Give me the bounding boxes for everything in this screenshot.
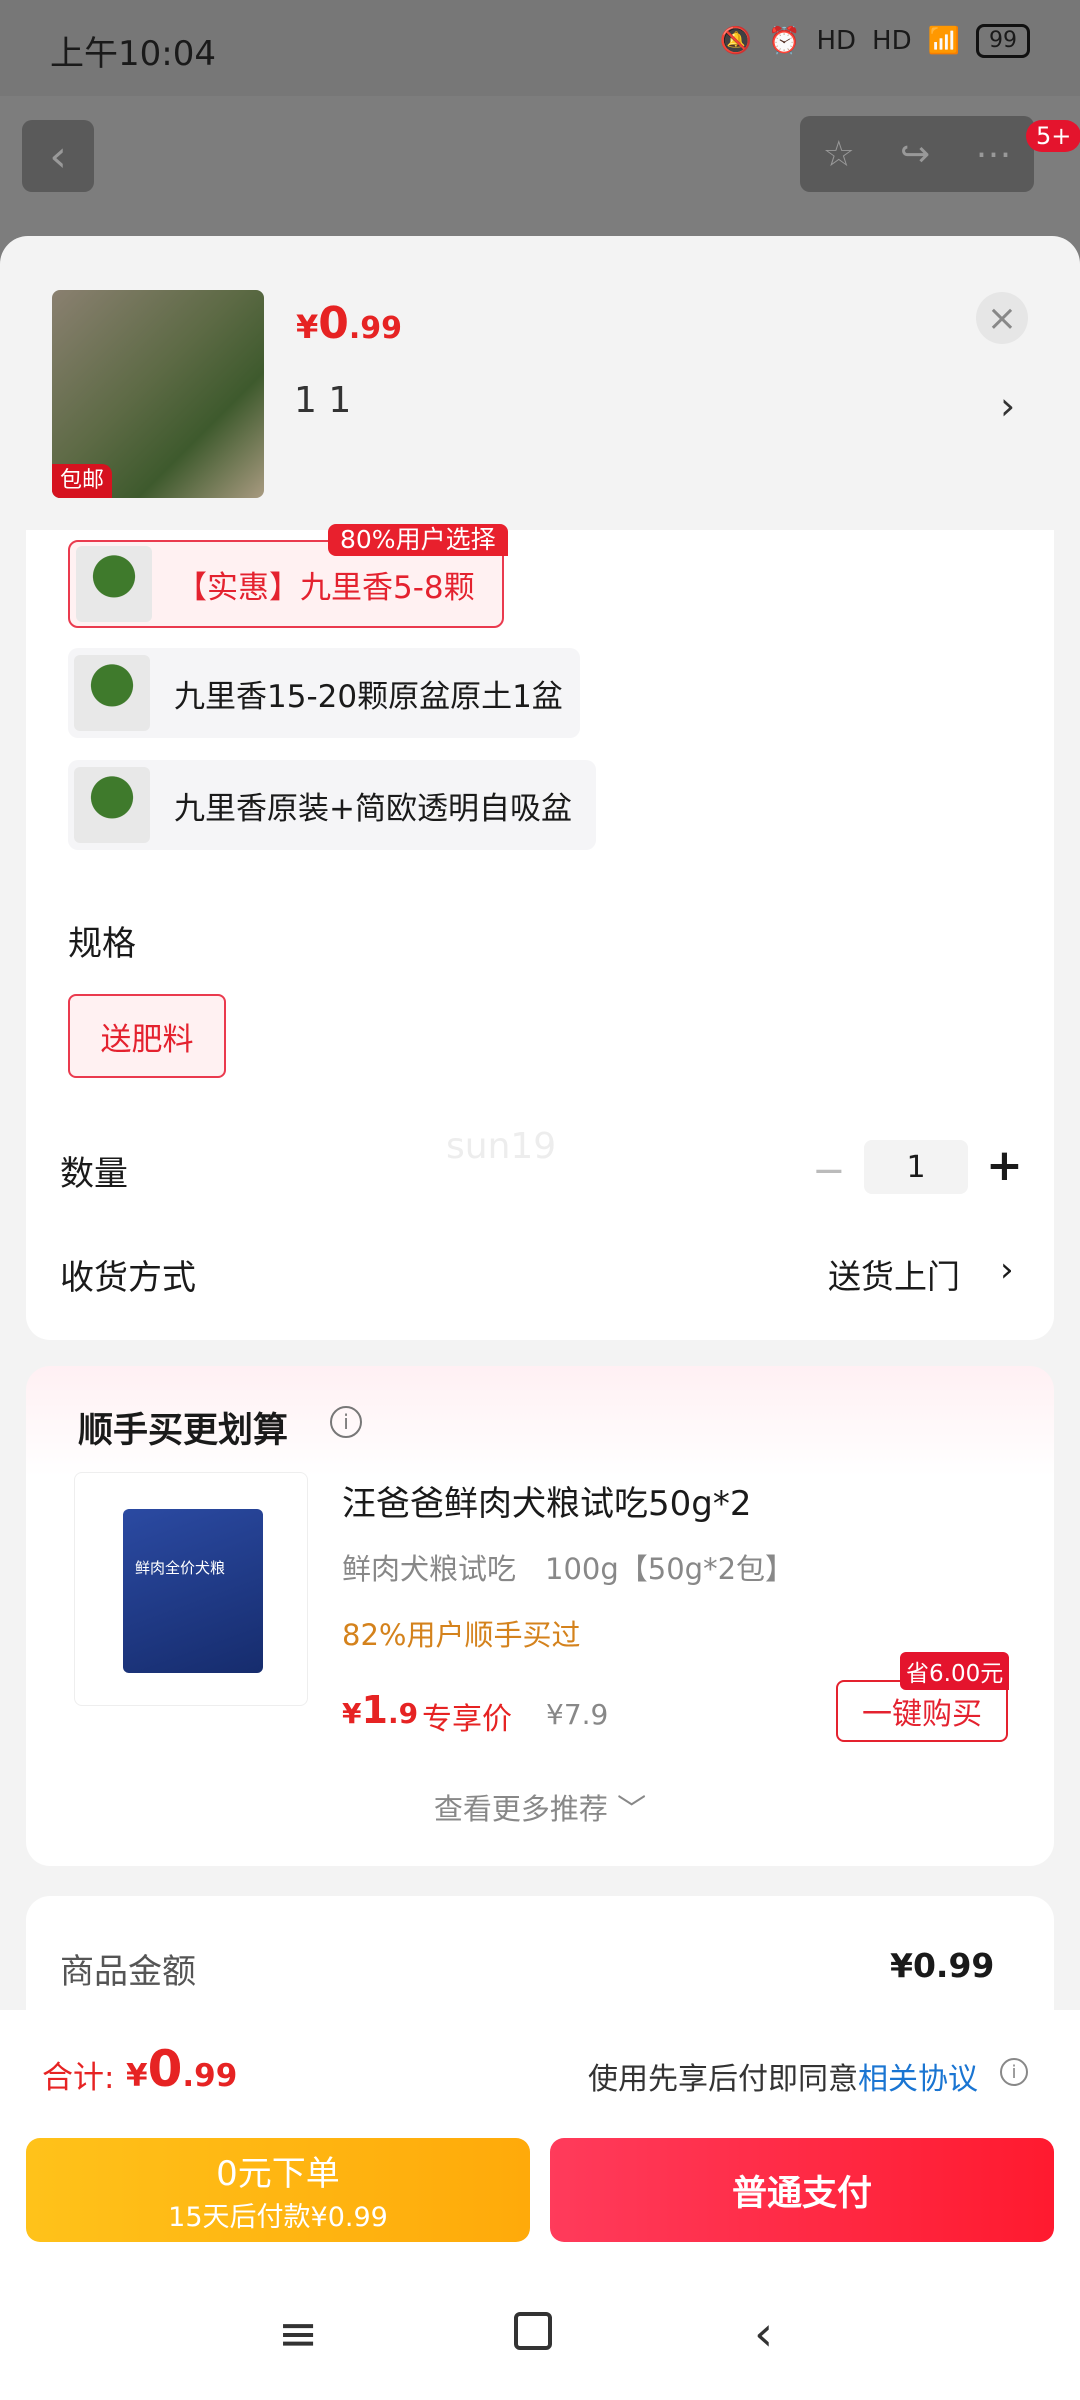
info-icon[interactable]: i [330,1406,362,1438]
option-item[interactable]: 九里香原装+简欧透明自吸盆 [68,760,596,850]
quantity-decrease-button[interactable]: − [812,1148,846,1194]
status-icons: 🔕 ⏰ HD HD 📶 99 [720,24,1030,58]
free-shipping-tag: 包邮 [52,464,113,498]
bnpl-title: 0元下单 [216,2154,340,2194]
chevron-right-icon[interactable]: › [1000,1250,1014,1290]
mute-icon: 🔕 [719,26,753,56]
more-recommendations-link[interactable]: 查看更多推荐 ﹀ [0,1786,1080,1828]
back-button[interactable]: ‹ [22,120,94,192]
upsell-product-image[interactable]: 鲜肉全价犬粮 [74,1472,308,1706]
upsell-buyers-percent: 82%用户顺手买过 [342,1618,581,1652]
product-thumbnail: 包邮 [52,290,264,498]
option-item[interactable]: 九里香15-20颗原盆原土1盆 [68,648,580,738]
popular-choice-tag: 80%用户选择 [328,524,508,556]
subtotal-label: 商品金额 [60,1952,196,1992]
upsell-product-name[interactable]: 汪爸爸鲜肉犬粮试吃50g*2 [342,1476,751,1525]
menu-icon[interactable]: ≡ [278,2306,318,2362]
back-nav-icon[interactable]: ‹ [754,2306,773,2362]
pay-button[interactable]: 普通支付 [550,2138,1054,2242]
subtotal-value: ¥0.99 [890,1946,995,1985]
alarm-icon: ⏰ [768,26,801,56]
close-icon[interactable]: × [976,292,1028,344]
exclusive-price-label: 专享价 [422,1702,512,1737]
info-icon[interactable]: i [1000,2058,1028,2086]
upsell-title: 顺手买更划算 [78,1411,289,1451]
total-label: 合计: [42,2060,115,2096]
signal-icon-2: HD [872,26,912,56]
total-price: ¥0.99 [126,2040,238,2098]
dog-food-bag-label: 鲜肉全价犬粮 [135,1559,226,1577]
share-icon[interactable]: ↪ [900,134,930,175]
product-price: ¥0.99 [296,298,403,349]
buy-now-pay-later-button[interactable]: 0元下单 15天后付款¥0.99 [26,2138,530,2242]
signal-icon: HD [816,26,857,56]
bnpl-subtitle: 15天后付款¥0.99 [168,2202,388,2233]
header-actions: ☆ ↪ ⋯ [800,116,1034,192]
spec-title: 规格 [68,924,136,964]
home-icon[interactable] [514,2312,552,2350]
selected-spec-text[interactable]: 1 1 [294,380,351,421]
battery-icon: 99 [976,24,1030,58]
chevron-right-icon[interactable]: › [1000,384,1015,428]
option-thumbnail [74,655,150,731]
notification-badge: 5+ [1026,120,1080,152]
watermark: sun19 [446,1126,557,1167]
wifi-icon: 📶 [927,26,960,56]
agreement-text: 使用先享后付即同意相关协议 [588,2054,978,2098]
option-label: 九里香原装+简欧透明自吸盆 [174,790,572,827]
quantity-label: 数量 [60,1154,128,1194]
option-thumbnail [74,767,150,843]
quantity-input[interactable]: 1 [864,1140,968,1194]
quantity-increase-button[interactable]: + [986,1140,1023,1191]
delivery-method[interactable]: 送货上门 [828,1250,960,1298]
upsell-price: ¥1.9 [342,1688,419,1732]
agreement-prefix: 使用先享后付即同意 [588,2062,858,2097]
status-time: 上午10:04 [50,34,216,74]
option-label: 九里香15-20颗原盆原土1盆 [174,678,563,715]
savings-badge: 省6.00元 [900,1652,1010,1690]
upsell-product-spec: 鲜肉犬粮试吃 100g【50g*2包】 [342,1552,795,1586]
option-label: 【实惠】九里香5-8颗 [176,569,475,606]
favorite-star-icon[interactable]: ☆ [823,134,855,175]
original-price: ¥7.9 [546,1698,609,1731]
delivery-label: 收货方式 [60,1258,196,1298]
option-thumbnail [76,546,152,622]
more-icon[interactable]: ⋯ [975,134,1011,175]
agreement-link[interactable]: 相关协议 [858,2062,978,2097]
spec-chip[interactable]: 送肥料 [68,994,226,1078]
